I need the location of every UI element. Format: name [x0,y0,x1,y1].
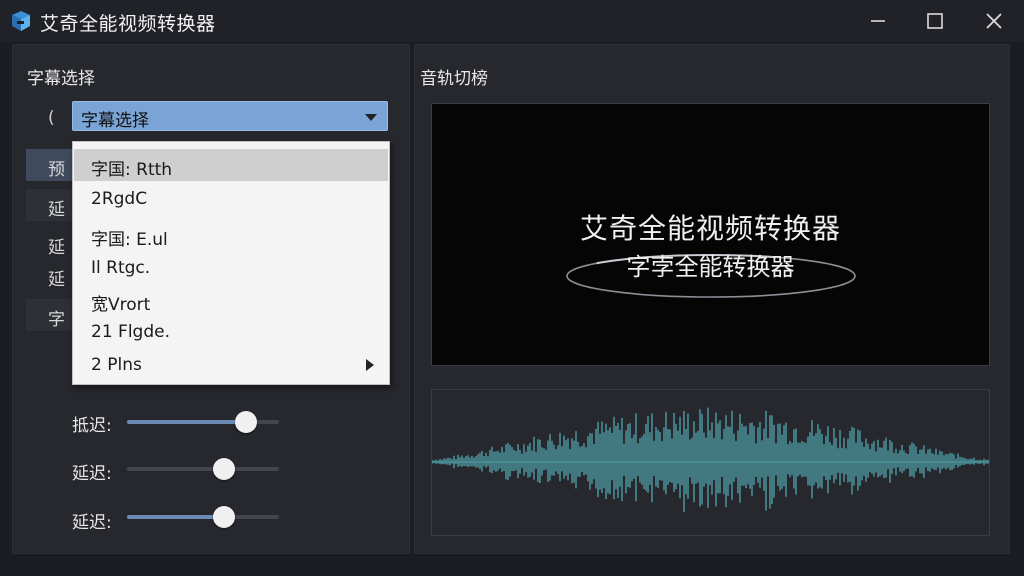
video-preview: 艾奇全能视频转换器 字孛全能转换器 [431,103,990,366]
dropdown-item-label: 字国: Rtth [91,160,173,180]
app-logo-icon [12,11,30,31]
paren-text: ( [48,108,55,128]
dropdown-item-label: 宽Vrort [91,295,151,315]
close-icon [986,13,1002,29]
subtitle-row-label: 字 [48,310,65,330]
dropdown-item-submenu[interactable]: 2 Plns [74,349,388,381]
delay-row[interactable]: 延 [26,189,72,221]
dropdown-item-label: Il Rtgc. [91,258,151,278]
minimize-icon [871,20,885,22]
preview-subtitle-text: 字孛全能转换器 [626,253,795,281]
dropdown-item-label: 2 Plns [91,355,142,375]
delay-row[interactable]: 延 [26,259,72,291]
dropdown-item[interactable]: 宽Vrort [74,284,388,316]
delay-slider[interactable] [127,506,279,528]
subtitle-select[interactable]: 字幕选择 [72,101,388,131]
preview-row[interactable]: 预 [26,149,72,181]
subtitle-select-value: 字幕选择 [81,111,149,131]
slider-fill [127,467,225,471]
subtitle-section-title: 字幕选择 [27,69,95,89]
waveform-path [431,407,989,512]
delay-slider-label: 延迟: [72,464,112,484]
dropdown-item[interactable]: 2RgdC [74,183,388,215]
delay-slider-label: 延迟: [72,513,112,533]
dropdown-item[interactable]: Il Rtgc. [74,252,388,284]
delay-row-label: 延 [48,270,65,290]
close-button[interactable] [974,6,1014,36]
maximize-icon [927,13,943,29]
preview-row-label: 预 [48,160,65,180]
maximize-button[interactable] [915,6,955,36]
chevron-right-icon [366,359,374,371]
dropdown-item-label: 字国: E.ul [91,230,168,250]
preview-title-text: 艾奇全能视频转换器 [579,212,841,245]
audio-section-title: 音轨切榜 [420,69,488,89]
chevron-down-icon [365,114,377,121]
slider-fill [127,515,225,519]
delay-slider[interactable] [127,458,279,480]
subtitle-row[interactable]: 字 [26,299,72,331]
dropdown-item[interactable]: 字国: E.ul [74,219,388,251]
dropdown-item-label: 2RgdC [91,189,148,209]
delay-row[interactable]: 延 [26,227,72,259]
subtitle-dropdown-list: 字国: Rtth 2RgdC 字国: E.ul Il Rtgc. 宽Vrort … [72,141,390,385]
audio-waveform[interactable] [431,389,990,536]
delay-slider[interactable] [127,411,279,433]
title-bar: 艾奇全能视频转换器 [0,0,1024,42]
dropdown-item[interactable]: 21 Flgde. [74,316,388,348]
delay-row-label: 延 [48,238,65,258]
dropdown-item-label: 21 Flgde. [91,322,170,342]
delay-slider-label: 抵迟: [72,416,112,436]
delay-row-label: 延 [48,200,65,220]
minimize-button[interactable] [858,6,898,36]
window-title: 艾奇全能视频转换器 [40,13,216,35]
dropdown-item[interactable]: 字国: Rtth [74,149,388,181]
waveform-graphic [431,407,989,512]
slider-fill [127,420,246,424]
slider-thumb[interactable] [234,411,257,433]
